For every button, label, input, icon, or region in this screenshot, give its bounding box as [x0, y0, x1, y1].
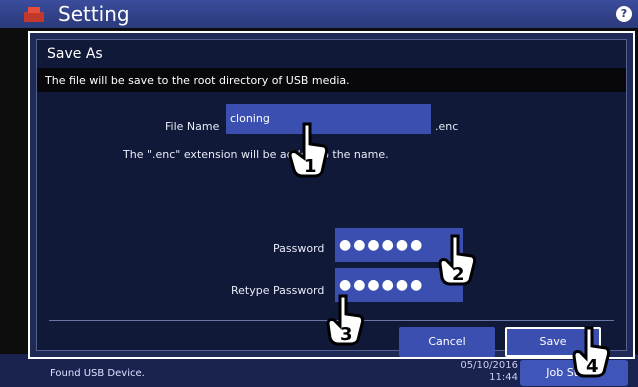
step-number-4: 4 [586, 356, 599, 377]
hand-pointer-icon-step-2: 2 [438, 234, 477, 286]
cancel-button[interactable]: Cancel [399, 327, 495, 357]
retype-password-label: Retype Password [231, 284, 325, 297]
step-number-3: 3 [340, 324, 353, 345]
printer-logo-icon [24, 7, 44, 22]
page-title: Setting [58, 2, 130, 26]
time-text: 11:44 [489, 372, 518, 383]
dialog-title: Save As [47, 46, 103, 62]
hand-pointer-icon-step-1: 1 [288, 122, 329, 178]
info-bar: The file will be save to the root direct… [37, 68, 626, 92]
status-text: Found USB Device. [50, 368, 145, 379]
date-text: 05/10/2016 [460, 360, 518, 371]
help-icon[interactable]: ? [616, 6, 632, 22]
hand-pointer-icon-step-3: 3 [326, 294, 365, 346]
hand-pointer-icon-step-4: 4 [572, 326, 611, 378]
extension-note: The ".enc" extension will be added to th… [123, 148, 389, 161]
extension-label: .enc [435, 120, 459, 133]
password-label: Password [273, 242, 325, 255]
info-text: The file will be save to the root direct… [45, 74, 350, 87]
step-number-1: 1 [304, 156, 317, 177]
date-time: 05/10/2016 11:44 [458, 360, 518, 384]
step-number-2: 2 [452, 264, 465, 285]
file-name-label: File Name [165, 120, 220, 133]
